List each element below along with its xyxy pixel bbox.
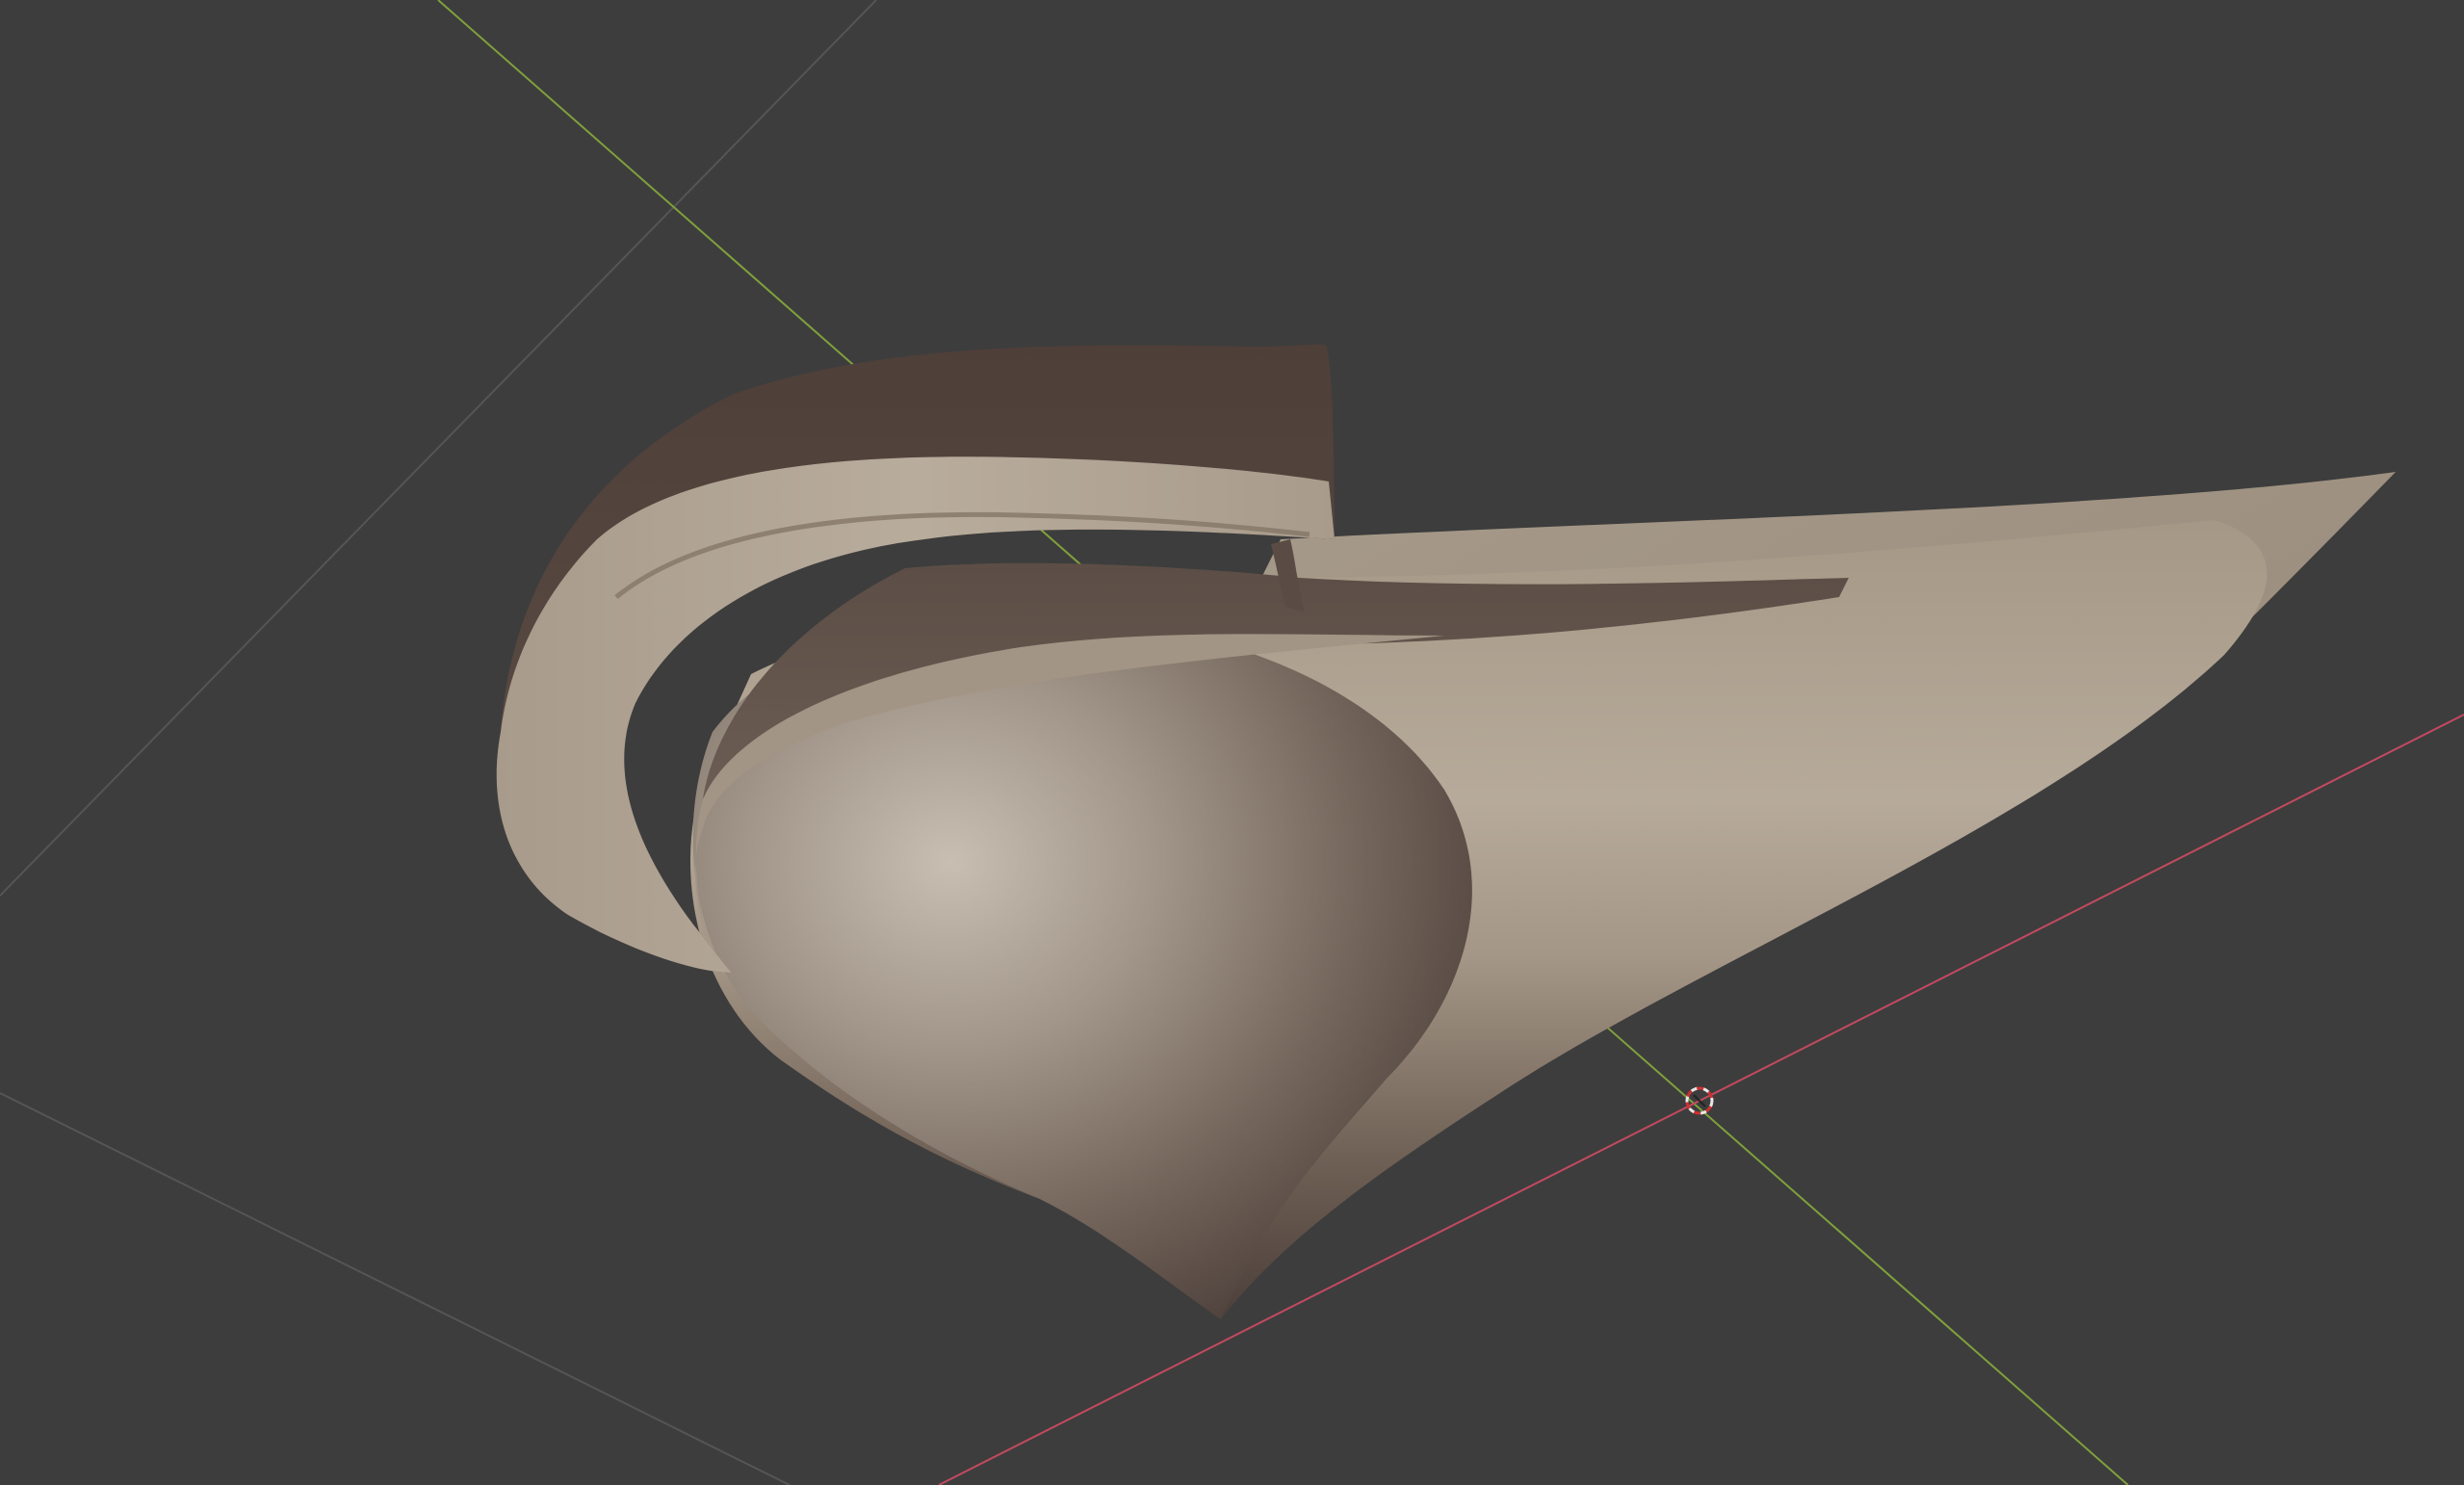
sculpted-object[interactable] xyxy=(496,344,2396,1319)
3d-viewport[interactable] xyxy=(0,0,2464,1485)
viewport-canvas[interactable] xyxy=(0,0,2464,1485)
grid-line xyxy=(0,1092,791,1485)
